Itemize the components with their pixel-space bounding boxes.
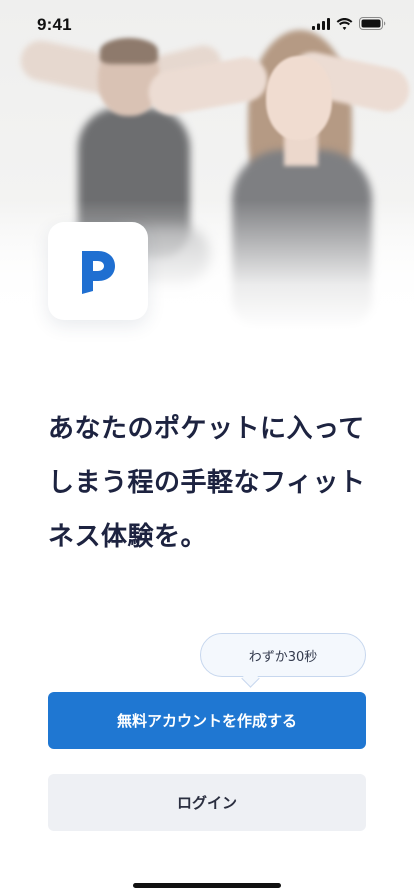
battery-icon [359, 17, 386, 30]
login-button[interactable]: ログイン [48, 774, 366, 831]
status-bar: 9:41 [0, 0, 414, 48]
headline-line: しまう程の手軽なフィット [48, 468, 366, 498]
headline-line: ネス体験を。 [48, 522, 208, 552]
headline: あなたのポケットに入って しまう程の手軽なフィット ネス体験を。 [48, 402, 378, 564]
create-account-button[interactable]: 無料アカウントを作成する [48, 692, 366, 749]
headline-line: あなたのポケットに入って [48, 414, 365, 444]
home-indicator[interactable] [133, 883, 281, 888]
onboarding-screen: 9:41 あなたのポケットに入って しまう程の手軽なフィット ネス体験を。 わず… [0, 0, 414, 896]
wifi-icon [336, 17, 353, 30]
cellular-signal-icon [312, 17, 330, 30]
pocket-p-logo-icon [82, 251, 115, 294]
time-hint-bubble: わずか30秒 [200, 633, 366, 677]
app-logo [48, 222, 148, 320]
status-time: 9:41 [37, 15, 72, 34]
status-icons [312, 17, 386, 30]
